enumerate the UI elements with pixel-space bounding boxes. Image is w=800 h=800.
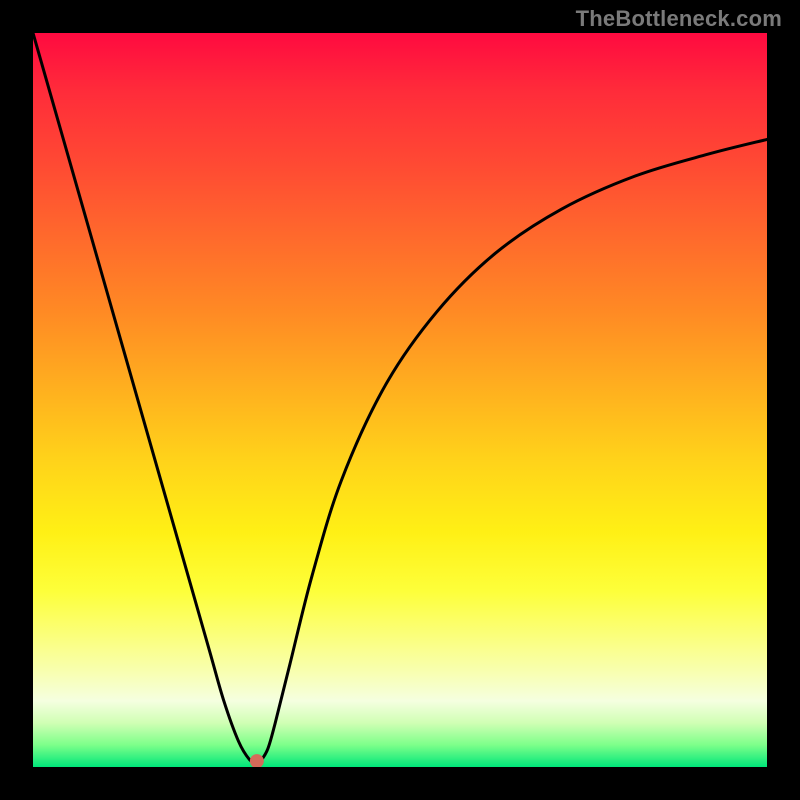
- plot-area: [33, 33, 767, 767]
- optimum-marker: [250, 754, 264, 767]
- curve-layer: [33, 33, 767, 767]
- bottleneck-curve: [33, 33, 767, 763]
- watermark-text: TheBottleneck.com: [576, 6, 782, 32]
- chart-frame: TheBottleneck.com: [0, 0, 800, 800]
